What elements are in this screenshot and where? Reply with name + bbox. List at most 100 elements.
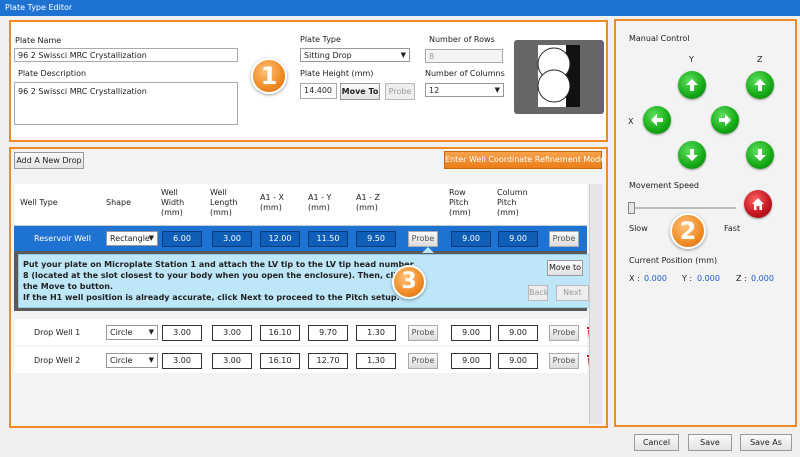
probe-button[interactable]: Probe <box>408 231 438 247</box>
cancel-button[interactable]: Cancel <box>634 434 679 451</box>
header-text: Well <box>161 188 178 197</box>
a1-x-input[interactable]: 16.10 <box>260 325 300 341</box>
plate-name-label: Plate Name <box>15 36 62 45</box>
header-text: (mm) <box>497 208 519 217</box>
back-button[interactable]: Back <box>528 285 548 301</box>
a1-z-input[interactable]: 1.30 <box>356 325 396 341</box>
x-position-label: X : <box>629 274 640 283</box>
header-well-width: Well Width (mm) <box>161 188 184 218</box>
save-button[interactable]: Save <box>688 434 732 451</box>
well-length-input[interactable]: 3.00 <box>212 353 252 369</box>
z-down-button[interactable] <box>746 141 774 169</box>
well-length-input[interactable]: 3.00 <box>212 325 252 341</box>
arrow-up-icon <box>686 79 698 91</box>
column-pitch-input[interactable]: 9.00 <box>498 231 538 247</box>
row-pitch-input[interactable]: 9.00 <box>451 231 491 247</box>
well-width-input[interactable]: 3.00 <box>162 325 202 341</box>
a1-z-input[interactable]: 1.30 <box>356 353 396 369</box>
header-text: (mm) <box>449 208 471 217</box>
x-right-button[interactable] <box>711 106 739 134</box>
shape-select[interactable]: Rectangle ▼ <box>106 231 158 246</box>
a1-y-input[interactable]: 12.70 <box>308 353 348 369</box>
arrow-down-icon <box>686 149 698 161</box>
header-text: (mm) <box>210 208 232 217</box>
x-axis-label: X <box>628 117 634 126</box>
table-row-reservoir[interactable]: Reservoir Well Rectangle ▼ 6.00 3.00 12.0… <box>14 226 587 251</box>
wells-panel: Add A New Drop Enter Well Coordinate Ref… <box>9 147 608 428</box>
a1-y-input[interactable]: 11.50 <box>308 231 348 247</box>
well-length-input[interactable]: 3.00 <box>212 231 252 247</box>
a1-x-input[interactable]: 16.10 <box>260 353 300 369</box>
plate-type-select[interactable]: Sitting Drop ▼ <box>300 48 410 62</box>
shape-select[interactable]: Circle ▼ <box>106 353 158 368</box>
speed-slider[interactable] <box>628 202 736 214</box>
column-pitch-input[interactable]: 9.00 <box>498 353 538 369</box>
header-text: Length <box>210 198 238 207</box>
probe-button[interactable]: Probe <box>385 83 415 100</box>
current-position-label: Current Position (mm) <box>629 256 718 265</box>
column-pitch-input[interactable]: 9.00 <box>498 325 538 341</box>
x-left-button[interactable] <box>643 106 671 134</box>
table-scrollbar[interactable] <box>589 184 602 424</box>
well-preview-image <box>514 40 604 114</box>
save-as-button[interactable]: Save As <box>740 434 792 451</box>
number-of-rows-input[interactable]: 8 <box>425 49 503 63</box>
speed-slider-thumb[interactable] <box>628 202 635 214</box>
manual-control-title: Manual Control <box>629 34 690 43</box>
move-to-button[interactable]: Move to <box>547 260 583 276</box>
instruction-box: Put your plate on Microplate Station 1 a… <box>18 254 602 308</box>
home-button[interactable] <box>744 190 772 218</box>
number-of-columns-select[interactable]: 12 ▼ <box>425 83 504 97</box>
y-down-button[interactable] <box>678 141 706 169</box>
a1-y-input[interactable]: 9.70 <box>308 325 348 341</box>
header-text: Pitch <box>449 198 469 207</box>
well-width-input[interactable]: 6.00 <box>162 231 202 247</box>
shape-select[interactable]: Circle ▼ <box>106 325 158 340</box>
header-text: Well <box>210 188 227 197</box>
table-row-drop-well-1[interactable]: Drop Well 1 Circle ▼ 3.00 3.00 16.10 9.70… <box>14 319 597 345</box>
instruction-line-2: 8 (located at the slot closest to your b… <box>23 271 407 280</box>
table-row-drop-well-2[interactable]: Drop Well 2 Circle ▼ 3.00 3.00 16.10 12.7… <box>14 347 597 373</box>
plate-name-input[interactable]: 96 2 Swissci MRC Crystallization <box>14 48 238 62</box>
chevron-down-icon: ▼ <box>148 234 154 242</box>
manual-control-panel: Manual Control Y Z X Movement Speed 2 Sl… <box>614 19 797 427</box>
z-up-button[interactable] <box>746 71 774 99</box>
chevron-down-icon: ▼ <box>494 86 500 94</box>
probe-button[interactable]: Probe <box>408 353 438 369</box>
header-text: Row <box>449 188 466 197</box>
plate-height-input[interactable]: 14.400 <box>300 83 337 99</box>
row-pitch-input[interactable]: 9.00 <box>451 353 491 369</box>
header-text: (mm) <box>161 208 183 217</box>
instruction-callout: Put your plate on Microplate Station 1 a… <box>14 247 602 311</box>
plate-properties-panel: Plate Name 96 2 Swissci MRC Crystallizat… <box>9 20 608 142</box>
arrow-left-icon <box>651 114 663 126</box>
header-a1-z: A1 - Z (mm) <box>356 193 380 213</box>
arrow-up-icon <box>754 79 766 91</box>
a1-x-input[interactable]: 12.00 <box>260 231 300 247</box>
header-text: A1 - Y <box>308 193 332 202</box>
y-position-label: Y : <box>682 274 693 283</box>
probe-button[interactable]: Probe <box>408 325 438 341</box>
instruction-line-1: Put your plate on Microplate Station 1 a… <box>23 260 414 269</box>
z-position-value: 0.000 <box>751 274 774 283</box>
probe-button[interactable]: Probe <box>549 353 579 369</box>
refinement-mode-button[interactable]: Enter Well Coordinate Refinement Mode <box>444 151 605 169</box>
probe-button[interactable]: Probe <box>549 231 579 247</box>
header-text: Width <box>161 198 185 207</box>
move-to-button[interactable]: Move To <box>340 83 380 100</box>
a1-z-input[interactable]: 9.50 <box>356 231 396 247</box>
well-width-input[interactable]: 3.00 <box>162 353 202 369</box>
y-up-button[interactable] <box>678 71 706 99</box>
header-text: (mm) <box>356 203 378 212</box>
plate-description-label: Plate Description <box>18 69 87 78</box>
shape-value: Circle <box>110 328 133 337</box>
callout-pointer <box>422 247 434 253</box>
next-button[interactable]: Next <box>556 285 589 301</box>
probe-button[interactable]: Probe <box>549 325 579 341</box>
row-pitch-input[interactable]: 9.00 <box>451 325 491 341</box>
plate-description-input[interactable]: 96 2 Swissci MRC Crystallization <box>14 82 238 125</box>
add-new-drop-button[interactable]: Add A New Drop <box>14 152 84 169</box>
z-axis-label: Z <box>757 55 763 64</box>
number-of-columns-value: 12 <box>429 86 440 95</box>
slow-label: Slow <box>629 224 648 233</box>
